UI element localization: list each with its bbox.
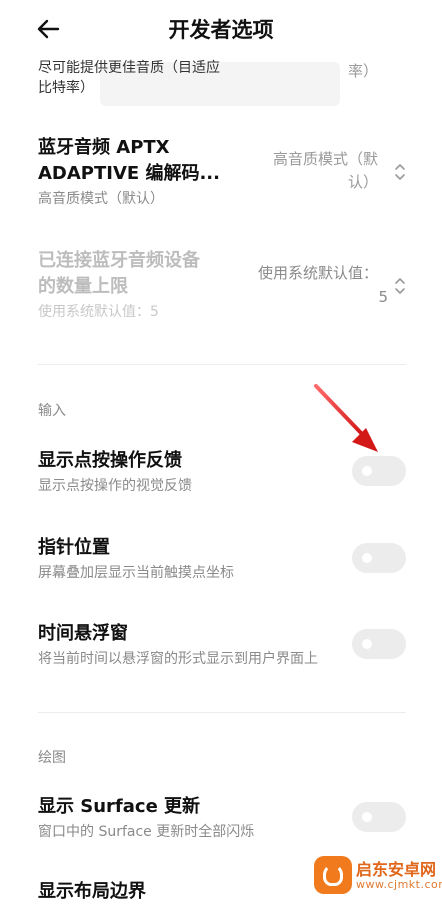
page-title: 开发者选项 <box>168 18 274 42</box>
bt-limit-title-line1: 已连接蓝牙音频设备 <box>38 250 200 271</box>
bt-limit-subtitle: 使用系统默认值：5 <box>38 304 159 320</box>
bt-limit-value-line1: 使用系统默认值： <box>257 264 378 282</box>
top-app-bar: 开发者选项 <box>0 0 442 58</box>
bt-limit-value-line2: 5 <box>378 288 388 306</box>
watermark-name: 启东安卓网 <box>356 860 437 879</box>
surface-updates-setting[interactable]: 显示 Surface 更新 窗口中的 Surface 更新时全部闪烁 <box>0 787 442 853</box>
aptx-value-line2: 认） <box>347 173 378 191</box>
section-header-input: 输入 <box>38 403 66 419</box>
time-float-title: 时间悬浮窗 <box>38 623 128 644</box>
time-float-toggle[interactable] <box>352 629 406 659</box>
aptx-adaptive-setting[interactable]: 蓝牙音频 APTX ADAPTIVE 编解码... 高音质模式（默认） 高音质模… <box>0 130 442 220</box>
surface-updates-title: 显示 Surface 更新 <box>38 796 201 817</box>
layout-bounds-title: 显示布局边界 <box>38 881 146 902</box>
watermark-url: www.cjmkt.com <box>356 878 442 891</box>
watermark-logo-icon <box>314 856 352 894</box>
pointer-location-toggle[interactable] <box>352 543 406 573</box>
pointer-location-title: 指针位置 <box>38 537 110 558</box>
surface-updates-subtitle: 窗口中的 Surface 更新时全部闪烁 <box>38 824 255 840</box>
bt-device-limit-setting[interactable]: 已连接蓝牙音频设备 的数量上限 使用系统默认值：5 使用系统默认值： 5 <box>0 245 442 335</box>
top-item-value: 率） <box>347 62 378 80</box>
pointer-location-setting[interactable]: 指针位置 屏幕叠加层显示当前触摸点坐标 <box>0 528 442 594</box>
divider <box>38 364 406 365</box>
aptx-title-line1: 蓝牙音频 APTX <box>38 137 170 158</box>
chevron-updown-icon <box>393 275 407 297</box>
aptx-value-line1: 高音质模式（默 <box>272 150 378 168</box>
time-float-setting[interactable]: 时间悬浮窗 将当前时间以悬浮窗的形式显示到用户界面上 <box>0 614 442 680</box>
show-taps-subtitle: 显示点按操作的视觉反馈 <box>38 478 192 494</box>
aptx-title-line2: ADAPTIVE 编解码... <box>38 163 220 184</box>
watermark: 启东安卓网 www.cjmkt.com <box>312 850 442 900</box>
red-arrow-icon <box>314 384 378 452</box>
pointer-location-subtitle: 屏幕叠加层显示当前触摸点坐标 <box>38 565 234 581</box>
show-taps-title: 显示点按操作反馈 <box>38 450 182 471</box>
aptx-subtitle: 高音质模式（默认） <box>38 191 164 207</box>
section-header-drawing: 绘图 <box>38 750 66 766</box>
chevron-updown-icon <box>393 161 407 183</box>
surface-updates-toggle[interactable] <box>352 802 406 832</box>
top-item-subtitle-line1: 尽可能提供更佳音质（目适应 <box>38 60 220 76</box>
top-item-subtitle-line2: 比特率） <box>38 80 94 96</box>
bt-limit-title-line2: 的数量上限 <box>38 276 128 297</box>
divider <box>38 712 406 713</box>
time-float-subtitle: 将当前时间以悬浮窗的形式显示到用户界面上 <box>38 651 318 667</box>
